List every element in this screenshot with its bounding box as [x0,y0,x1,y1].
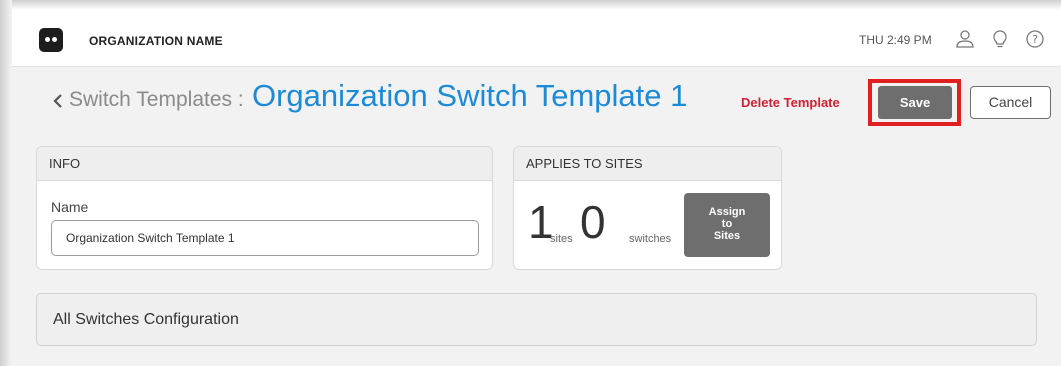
help-icon[interactable]: ? [1024,28,1046,50]
info-card: INFO Name [36,146,493,270]
org-logo-icon[interactable] [39,28,63,52]
breadcrumb-switch-templates[interactable]: Switch Templates : [69,88,244,112]
svg-text:?: ? [1032,33,1038,46]
switches-count: 0 [580,196,606,248]
applies-card-heading: APPLIES TO SITES [514,147,781,181]
name-label: Name [51,199,89,215]
assign-to-sites-button[interactable]: Assign to Sites [684,193,770,257]
info-card-heading: INFO [37,147,492,181]
app-window: ORGANIZATION NAME THU 2:49 PM ? Switch T… [12,12,1061,366]
logo-eye-right [52,37,57,42]
assign-label-line1: Assign [708,206,746,218]
clock: THU 2:49 PM [859,33,932,47]
applies-to-sites-card: APPLIES TO SITES 1 sites 0 switches Assi… [513,146,782,270]
template-name-input[interactable] [51,220,479,256]
switches-label: switches [629,233,672,245]
cancel-button[interactable]: Cancel [970,86,1051,119]
assign-label-line2: to [721,218,733,230]
frame-shadow-left [0,0,12,366]
top-bar: ORGANIZATION NAME THU 2:49 PM ? [12,12,1061,67]
assign-label-line3: Sites [713,230,741,242]
delete-template-link[interactable]: Delete Template [741,95,840,110]
logo-eye-left [45,37,50,42]
lightbulb-icon[interactable] [989,28,1011,50]
org-name[interactable]: ORGANIZATION NAME [89,34,223,48]
screenshot-frame: ORGANIZATION NAME THU 2:49 PM ? Switch T… [0,0,1061,366]
sites-label: sites [550,233,573,245]
account-icon[interactable] [954,28,976,50]
config-section-title: All Switches Configuration [53,311,239,328]
save-button[interactable]: Save [878,86,952,119]
page-title: Organization Switch Template 1 [252,78,688,113]
all-switches-configuration-section[interactable]: All Switches Configuration [36,293,1037,346]
frame-shadow-top [0,0,1061,10]
chevron-left-icon[interactable] [52,92,64,110]
